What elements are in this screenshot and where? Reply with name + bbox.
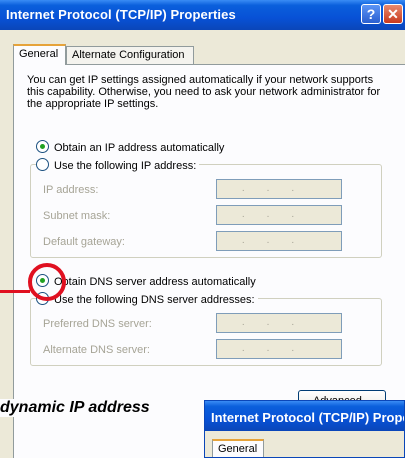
use-ip-manual-label: Use the following IP address: bbox=[54, 160, 197, 172]
second-window-title: Internet Protocol (TCP/IP) Properties bbox=[211, 410, 404, 425]
use-ip-manual-radio[interactable]: Use the following IP address: bbox=[36, 158, 200, 172]
caption-text: dynamic IP address bbox=[0, 399, 150, 417]
radio-selected-icon bbox=[36, 140, 49, 153]
radio-unselected-icon bbox=[36, 158, 49, 171]
callout-circle bbox=[28, 263, 66, 301]
help-button[interactable]: ? bbox=[361, 4, 381, 24]
use-dns-manual-label: Use the following DNS server addresses: bbox=[54, 294, 255, 306]
obtain-ip-auto-radio[interactable]: Obtain an IP address automatically bbox=[36, 140, 224, 154]
preferred-dns-field[interactable]: ... bbox=[216, 313, 342, 333]
use-dns-manual-radio[interactable]: Use the following DNS server addresses: bbox=[36, 292, 258, 306]
close-button[interactable]: ✕ bbox=[383, 4, 403, 24]
callout-line bbox=[0, 290, 30, 293]
subnet-mask-label: Subnet mask: bbox=[43, 210, 111, 222]
default-gateway-field[interactable]: ... bbox=[216, 231, 342, 251]
second-window-title-bar: Internet Protocol (TCP/IP) Properties bbox=[205, 401, 404, 431]
question-icon: ? bbox=[366, 6, 376, 22]
alternate-dns-label: Alternate DNS server: bbox=[43, 344, 150, 356]
close-icon: ✕ bbox=[387, 6, 399, 22]
alternate-dns-field[interactable]: ... bbox=[216, 339, 342, 359]
obtain-dns-auto-radio[interactable]: Obtain DNS server address automatically bbox=[36, 274, 256, 288]
default-gateway-label: Default gateway: bbox=[43, 236, 125, 248]
obtain-dns-auto-label: Obtain DNS server address automatically bbox=[54, 276, 256, 288]
second-window: Internet Protocol (TCP/IP) Properties Ge… bbox=[204, 400, 405, 458]
subnet-mask-field[interactable]: ... bbox=[216, 205, 342, 225]
ip-address-field[interactable]: ... bbox=[216, 179, 342, 199]
window-title: Internet Protocol (TCP/IP) Properties bbox=[6, 7, 236, 22]
preferred-dns-label: Preferred DNS server: bbox=[43, 318, 152, 330]
tab-alternate-configuration[interactable]: Alternate Configuration bbox=[66, 46, 194, 64]
intro-text: You can get IP settings assigned automat… bbox=[27, 74, 381, 110]
obtain-ip-auto-label: Obtain an IP address automatically bbox=[54, 142, 225, 154]
second-window-tab-general[interactable]: General bbox=[212, 439, 264, 457]
tab-general[interactable]: General bbox=[13, 44, 66, 65]
title-bar: Internet Protocol (TCP/IP) Properties ? … bbox=[0, 0, 405, 30]
ip-address-label: IP address: bbox=[43, 184, 99, 196]
